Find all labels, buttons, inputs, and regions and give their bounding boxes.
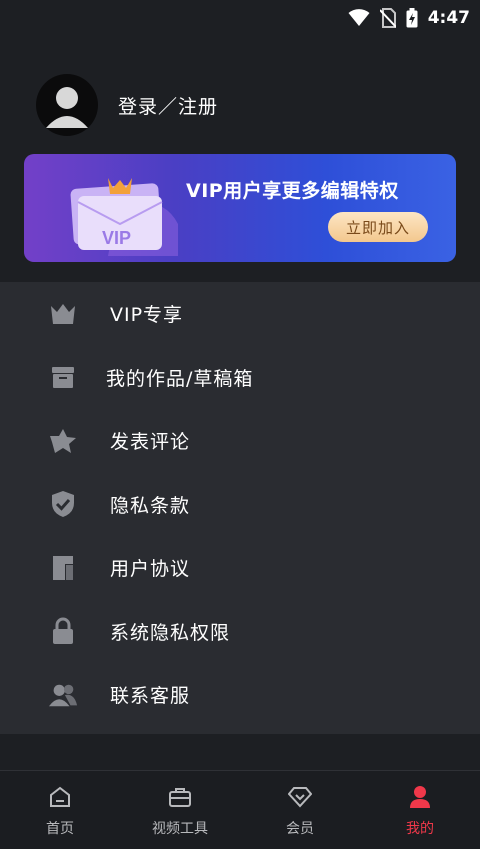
menu-item-label: 发表评论: [110, 431, 191, 454]
user-avatar-icon[interactable]: [36, 74, 98, 136]
tab-label: 会员: [286, 821, 314, 837]
profile-header: 登录／注册 VIP VIP用户享更多编辑特权 立即加入: [0, 36, 480, 282]
lock-icon: [48, 616, 78, 646]
tab-home[interactable]: 首页: [0, 771, 120, 849]
status-bar: 4:47: [0, 0, 480, 36]
join-vip-button[interactable]: 立即加入: [328, 212, 428, 242]
menu-item-label: 系统隐私权限: [110, 621, 231, 644]
menu-item-label: 联系客服: [110, 685, 191, 708]
section-divider: [0, 734, 480, 770]
diamond-icon: [288, 782, 312, 812]
menu-item-works-drafts[interactable]: 我的作品/草稿箱: [0, 346, 480, 410]
vip-banner[interactable]: VIP VIP用户享更多编辑特权 立即加入: [24, 154, 456, 262]
menu-item-comment[interactable]: 发表评论: [0, 409, 480, 473]
menu-item-label: VIP专享: [110, 304, 184, 327]
bottom-tab-bar: 首页 视频工具 会员 我的: [0, 770, 480, 849]
person-icon: [409, 782, 431, 812]
tab-video-tools[interactable]: 视频工具: [120, 771, 240, 849]
wifi-icon: [348, 9, 370, 27]
menu-item-system-permissions[interactable]: 系统隐私权限: [0, 600, 480, 664]
tab-label: 视频工具: [152, 821, 208, 837]
vip-banner-title: VIP用户享更多编辑特权: [186, 180, 399, 202]
status-time: 4:47: [427, 8, 470, 28]
vip-card-text: VIP: [102, 228, 131, 248]
document-icon: [48, 553, 78, 583]
contacts-icon: [48, 680, 78, 710]
menu-item-vip[interactable]: VIP专享: [0, 282, 480, 346]
toolbox-icon: [168, 782, 192, 812]
tab-mine[interactable]: 我的: [360, 771, 480, 849]
shield-check-icon: [48, 489, 78, 519]
no-sim-icon: [379, 8, 396, 28]
menu-item-label: 我的作品/草稿箱: [106, 367, 254, 390]
archive-box-icon: [48, 362, 78, 392]
menu-item-label: 用户协议: [110, 558, 191, 581]
menu-item-label: 隐私条款: [110, 494, 191, 517]
vip-card-icon: VIP: [68, 164, 178, 260]
login-register-link[interactable]: 登录／注册: [118, 92, 218, 119]
home-icon: [49, 782, 71, 812]
menu-item-customer-service[interactable]: 联系客服: [0, 663, 480, 727]
battery-charging-icon: [406, 8, 418, 28]
comment-star-icon: [48, 426, 78, 456]
menu-item-privacy-terms[interactable]: 隐私条款: [0, 473, 480, 537]
settings-menu: VIP专享 我的作品/草稿箱 发表评论 隐私条款 用户协议 系统隐私权限 联系客…: [0, 282, 480, 734]
crown-icon: [48, 299, 78, 329]
tab-label: 我的: [406, 821, 434, 837]
tab-label: 首页: [46, 821, 74, 837]
menu-item-user-agreement[interactable]: 用户协议: [0, 536, 480, 600]
tab-membership[interactable]: 会员: [240, 771, 360, 849]
login-row[interactable]: 登录／注册: [36, 74, 218, 136]
